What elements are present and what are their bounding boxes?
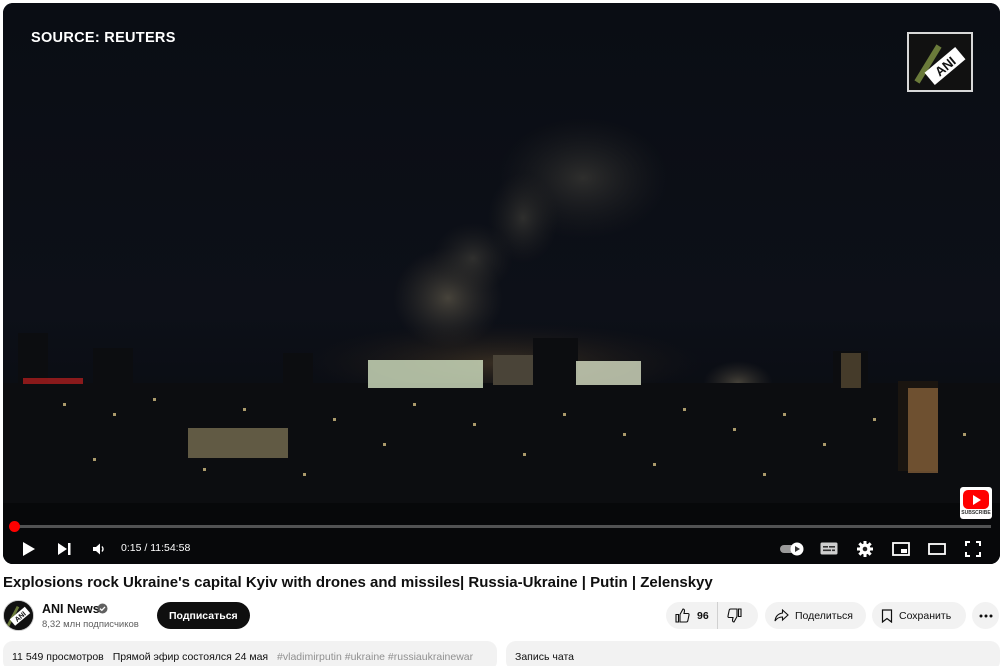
like-count: 96 bbox=[697, 609, 709, 622]
save-button[interactable]: Сохранить bbox=[872, 602, 966, 629]
fullscreen-button[interactable] bbox=[961, 533, 985, 564]
more-actions-button[interactable] bbox=[972, 602, 999, 629]
thumbs-up-icon bbox=[675, 608, 690, 623]
like-dislike-group: 96 bbox=[666, 602, 758, 629]
autoplay-toggle-icon bbox=[780, 542, 804, 555]
share-icon bbox=[774, 609, 789, 622]
more-horizontal-icon bbox=[979, 614, 992, 617]
video-player[interactable]: SOURCE: REUTERS ANI SUBSCRIBE 0:15 / 11:… bbox=[3, 3, 1000, 564]
volume-icon bbox=[93, 543, 104, 554]
description-box[interactable]: 11 549 просмотров Прямой эфир состоялся … bbox=[3, 641, 497, 666]
subscribe-watermark-label: SUBSCRIBE bbox=[961, 510, 991, 516]
like-button[interactable]: 96 bbox=[666, 602, 718, 629]
progress-scrubber[interactable] bbox=[9, 521, 20, 532]
theater-mode-button[interactable] bbox=[925, 533, 949, 564]
view-count: 11 549 просмотров bbox=[12, 651, 104, 663]
fullscreen-icon bbox=[965, 540, 981, 557]
bookmark-icon bbox=[881, 608, 893, 623]
gear-icon bbox=[857, 540, 873, 557]
subtitles-icon bbox=[820, 542, 838, 555]
premiere-date: Прямой эфир состоялся 24 мая bbox=[112, 651, 269, 663]
hashtags[interactable]: #vladimirputin #ukraine #russiaukrainewa… bbox=[277, 651, 473, 663]
miniplayer-icon bbox=[892, 541, 910, 556]
next-icon bbox=[58, 542, 71, 555]
channel-name[interactable]: ANI News bbox=[42, 602, 100, 616]
source-overlay: SOURCE: REUTERS bbox=[31, 30, 176, 46]
share-label: Поделиться bbox=[795, 609, 853, 622]
time-display: 0:15 / 11:54:58 bbox=[121, 542, 191, 554]
volume-button[interactable] bbox=[87, 533, 111, 564]
verified-badge-icon bbox=[97, 603, 108, 614]
chat-replay-panel[interactable]: Запись чата bbox=[506, 641, 1000, 666]
settings-button[interactable] bbox=[853, 533, 877, 564]
video-title: Explosions rock Ukraine's capital Kyiv w… bbox=[3, 574, 713, 591]
thumbs-down-icon bbox=[727, 608, 742, 623]
player-controls: 0:15 / 11:54:58 bbox=[3, 533, 1000, 564]
ani-avatar-icon: ANI bbox=[4, 601, 33, 630]
channel-avatar[interactable]: ANI bbox=[3, 600, 34, 631]
dislike-button[interactable] bbox=[718, 602, 742, 629]
progress-bar[interactable] bbox=[12, 525, 991, 528]
next-button[interactable] bbox=[52, 533, 76, 564]
ani-logo-icon: ANI bbox=[911, 36, 969, 88]
channel-watermark[interactable]: ANI bbox=[907, 32, 973, 92]
miniplayer-button[interactable] bbox=[889, 533, 913, 564]
save-label: Сохранить bbox=[899, 609, 952, 622]
subtitles-button[interactable] bbox=[817, 533, 841, 564]
play-button[interactable] bbox=[17, 533, 41, 564]
share-button[interactable]: Поделиться bbox=[765, 602, 866, 629]
chat-replay-label: Запись чата bbox=[515, 651, 574, 663]
autoplay-toggle[interactable] bbox=[777, 533, 809, 564]
play-icon bbox=[23, 541, 35, 556]
video-frame[interactable] bbox=[3, 3, 1000, 564]
subscribe-watermark[interactable]: SUBSCRIBE bbox=[960, 487, 992, 519]
theater-mode-icon bbox=[928, 542, 946, 555]
subscribe-button[interactable]: Подписаться bbox=[157, 602, 250, 629]
subscriber-count: 8,32 млн подписчиков bbox=[42, 619, 139, 630]
youtube-logo-icon bbox=[963, 490, 989, 509]
